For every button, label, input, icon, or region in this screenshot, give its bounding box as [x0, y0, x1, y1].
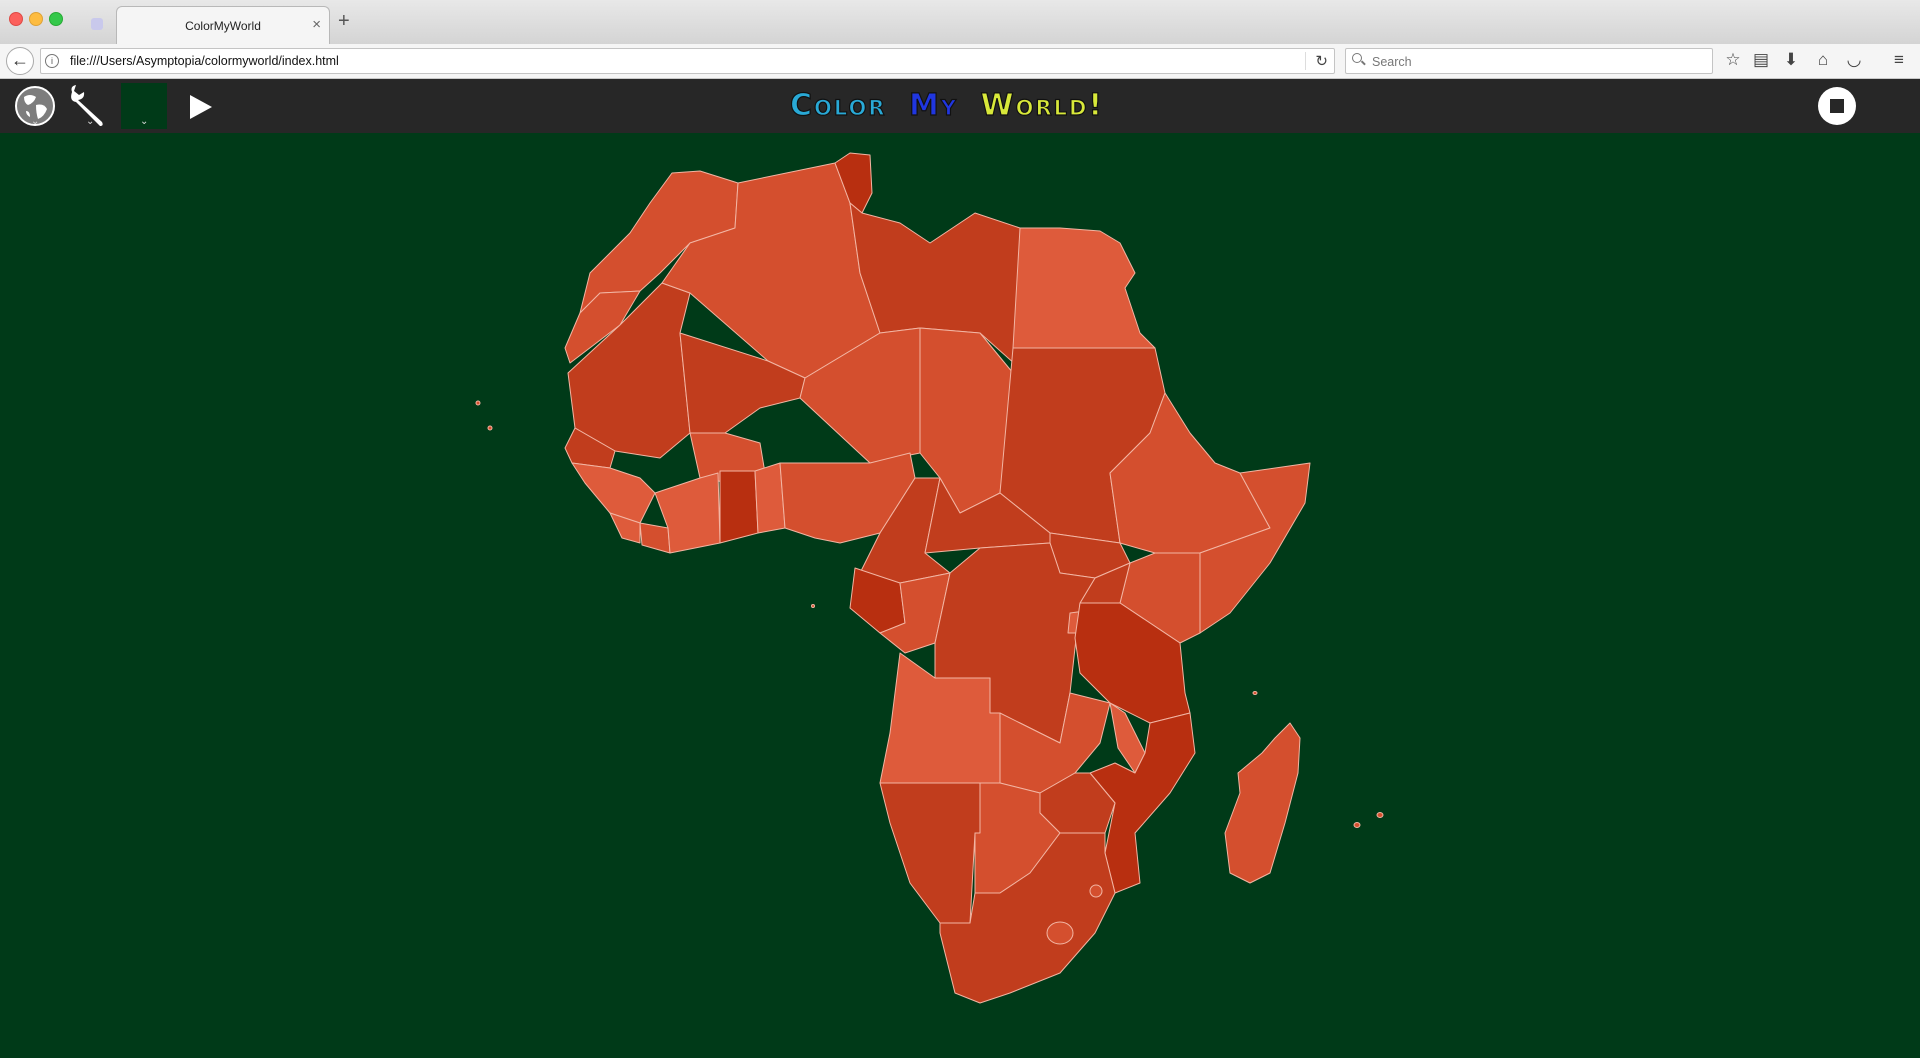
country-eswatini[interactable]	[1089, 884, 1103, 898]
bookmark-star-icon[interactable]: ☆	[1722, 50, 1744, 70]
close-window-button[interactable]	[9, 12, 23, 26]
chevron-down-icon[interactable]: ⌄	[86, 117, 94, 127]
island-mauritius[interactable]	[1376, 812, 1384, 818]
menu-icon[interactable]: ≡	[1888, 50, 1910, 70]
country-madagascar[interactable]	[1224, 722, 1301, 884]
site-info-icon[interactable]: i	[45, 54, 59, 68]
browser-tab-bar: ColorMyWorld × +	[0, 0, 1920, 45]
close-tab-icon[interactable]: ×	[312, 16, 321, 33]
address-bar[interactable]: i file:///Users/Asymptopia/colormyworld/…	[40, 48, 1335, 74]
africa-map[interactable]	[0, 133, 1920, 1053]
title-word-my: My	[908, 87, 959, 123]
island-sao-tome[interactable]	[811, 604, 815, 608]
country-ghana[interactable]	[719, 470, 759, 544]
minimize-window-button[interactable]	[29, 12, 43, 26]
zoom-window-button[interactable]	[49, 12, 63, 26]
chevron-down-icon[interactable]: ⌄	[140, 117, 148, 127]
country-namibia[interactable]	[879, 782, 981, 924]
country-liberia[interactable]	[639, 522, 671, 554]
downloads-icon[interactable]: ⬇	[1780, 50, 1802, 70]
search-icon	[1352, 53, 1362, 63]
country-lesotho[interactable]	[1046, 921, 1074, 945]
island-reunion[interactable]	[1353, 822, 1361, 828]
url-text[interactable]: file:///Users/Asymptopia/colormyworld/in…	[70, 54, 339, 68]
divider	[1305, 52, 1306, 70]
island-cape-verde[interactable]	[475, 400, 481, 406]
play-button[interactable]	[190, 95, 212, 119]
title-word-color: Color	[789, 87, 887, 123]
pinned-tab-icon[interactable]	[91, 18, 103, 30]
search-input[interactable]	[1370, 52, 1704, 72]
reading-list-icon[interactable]: ▤	[1750, 50, 1772, 70]
tab-colormyworld[interactable]: ColorMyWorld ×	[116, 6, 330, 45]
home-icon[interactable]: ⌂	[1812, 50, 1834, 70]
island-comoros[interactable]	[1252, 691, 1258, 695]
chevron-down-icon[interactable]: ⌄	[31, 117, 39, 127]
country-egypt[interactable]	[1012, 227, 1156, 349]
island-cape-verde[interactable]	[487, 425, 493, 431]
new-tab-button[interactable]: +	[338, 10, 350, 33]
tab-title: ColorMyWorld	[185, 19, 261, 33]
browser-nav-bar: ← i file:///Users/Asymptopia/colormyworl…	[0, 44, 1920, 79]
title-word-world: World!	[980, 87, 1105, 123]
map-canvas[interactable]	[0, 133, 1920, 1053]
search-bar[interactable]	[1345, 48, 1713, 74]
pocket-icon[interactable]: ◡	[1843, 50, 1865, 70]
app-toolbar: ⌄ ⌄ ⌄ Color My World!	[0, 79, 1920, 133]
app-title: Color My World!	[789, 87, 1105, 123]
back-button[interactable]: ←	[6, 47, 34, 75]
reload-icon[interactable]: ↻	[1315, 52, 1328, 70]
stop-button[interactable]	[1818, 87, 1856, 125]
